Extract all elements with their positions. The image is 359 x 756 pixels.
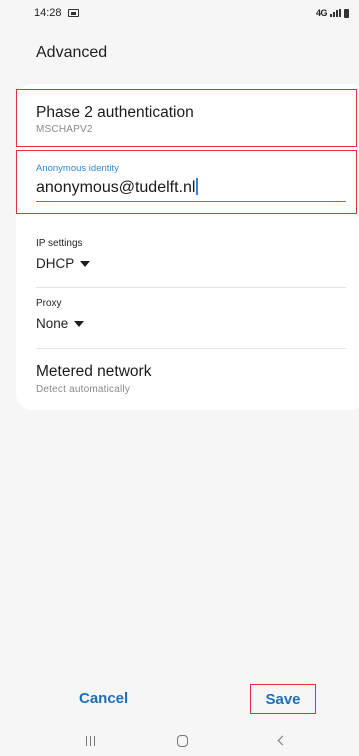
cancel-button[interactable]: Cancel [79, 690, 128, 707]
status-time: 14:28 [34, 7, 62, 19]
proxy-value: None [36, 316, 69, 331]
ip-settings-value: DHCP [36, 256, 75, 271]
dropdown-arrow-icon [74, 320, 85, 327]
recent-apps-icon[interactable] [86, 736, 95, 746]
navigation-bar [0, 730, 359, 756]
ip-settings-value-row: DHCP [36, 256, 346, 271]
status-bar: 14:28 4G [0, 0, 359, 26]
divider [36, 348, 346, 349]
phase2-title: Phase 2 authentication [36, 104, 194, 121]
network-type-label: 4G [315, 8, 328, 18]
metered-network-item[interactable]: Metered network Detect automatically [36, 363, 151, 395]
text-cursor [196, 178, 198, 195]
proxy-value-row: None [36, 316, 346, 331]
proxy-dropdown[interactable]: Proxy None [36, 298, 346, 331]
anonymous-identity-label: Anonymous identity [36, 163, 119, 174]
page-title: Advanced [36, 44, 108, 61]
save-button[interactable]: Save [250, 684, 316, 714]
ip-settings-label: IP settings [36, 238, 83, 249]
phase2-value: MSCHAPV2 [36, 124, 93, 135]
dropdown-arrow-icon [80, 260, 91, 267]
divider [36, 287, 346, 288]
back-icon[interactable] [277, 735, 288, 746]
metered-title: Metered network [36, 363, 152, 380]
phase2-authentication-item[interactable]: Phase 2 authentication MSCHAPV2 [16, 89, 357, 147]
proxy-label: Proxy [36, 298, 62, 309]
signal-icon [330, 9, 341, 17]
battery-icon [344, 8, 349, 18]
anonymous-identity-input[interactable]: anonymous@tudelft.nl [36, 178, 346, 202]
status-icons: 4G [316, 8, 349, 18]
gallery-notification-icon [67, 9, 79, 17]
ip-settings-dropdown[interactable]: IP settings DHCP [36, 238, 346, 271]
save-label: Save [265, 690, 301, 708]
anonymous-identity-item: Anonymous identity anonymous@tudelft.nl [16, 150, 357, 214]
anonymous-identity-value: anonymous@tudelft.nl [36, 179, 196, 196]
home-icon[interactable] [177, 735, 188, 747]
metered-value: Detect automatically [36, 384, 131, 395]
